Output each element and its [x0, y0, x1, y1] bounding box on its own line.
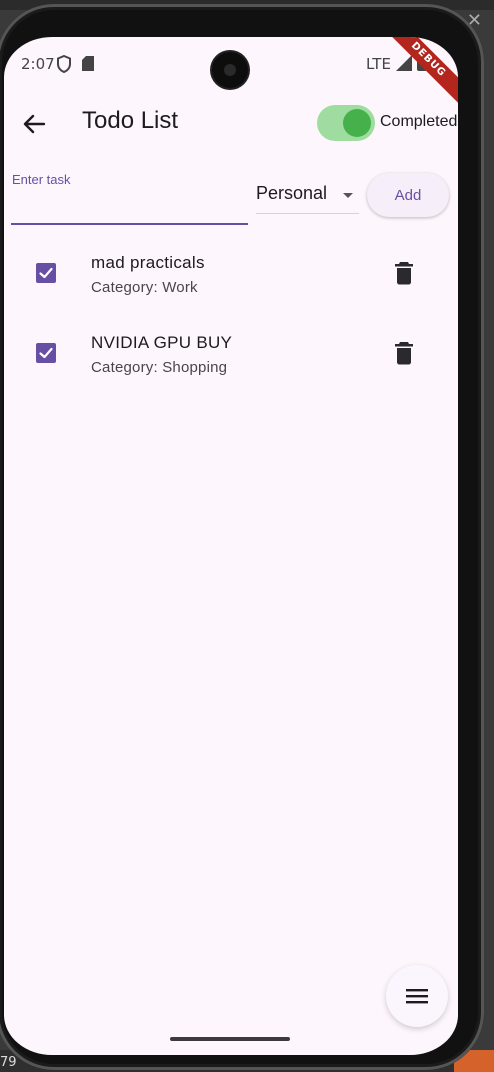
todo-title: NVIDIA GPU BUY	[91, 333, 233, 352]
menu-icon	[406, 989, 428, 1004]
completed-checkbox[interactable]	[36, 263, 56, 283]
back-arrow-icon[interactable]	[18, 108, 50, 140]
todo-title: mad practicals	[91, 253, 205, 272]
task-field-label: Enter task	[12, 172, 71, 187]
status-time: 2:07	[21, 55, 55, 73]
list-item[interactable]: NVIDIA GPU BUY Category: Shopping	[4, 315, 458, 395]
completed-toggle-label: Completed	[380, 113, 458, 130]
delete-icon[interactable]	[394, 261, 414, 285]
menu-fab[interactable]	[386, 965, 448, 1027]
category-selected: Personal	[256, 183, 328, 203]
app-bar: Todo List Completed	[4, 91, 458, 155]
sd-card-icon	[82, 56, 94, 71]
check-icon	[39, 347, 53, 359]
task-field-underline	[11, 223, 248, 225]
category-dropdown[interactable]: Personal	[256, 178, 359, 214]
todo-list: mad practicals Category: Work NVIDIA GPU…	[4, 235, 458, 395]
task-input[interactable]	[11, 189, 250, 221]
taskbar-number: 79	[0, 1055, 17, 1070]
toggle-knob	[343, 109, 371, 137]
list-item[interactable]: mad practicals Category: Work	[4, 235, 458, 315]
phone-frame: 2:07 LTE DEBUG Todo List Completed Enter…	[0, 4, 484, 1070]
shield-icon	[57, 55, 71, 73]
app-screen: 2:07 LTE DEBUG Todo List Completed Enter…	[4, 37, 458, 1055]
check-icon	[39, 267, 53, 279]
dropdown-arrow-icon	[343, 193, 353, 198]
todo-category: Category: Shopping	[91, 359, 228, 376]
page-title: Todo List	[82, 107, 179, 134]
dropdown-underline	[256, 213, 359, 214]
todo-category: Category: Work	[91, 279, 198, 296]
network-type: LTE	[366, 55, 391, 73]
front-camera	[212, 52, 248, 88]
task-field: Enter task	[11, 167, 250, 225]
completed-checkbox[interactable]	[36, 343, 56, 363]
delete-icon[interactable]	[394, 341, 414, 365]
add-button[interactable]: Add	[367, 173, 449, 217]
signal-icon	[396, 55, 412, 71]
gesture-handle	[170, 1037, 290, 1041]
completed-toggle[interactable]	[317, 105, 375, 141]
